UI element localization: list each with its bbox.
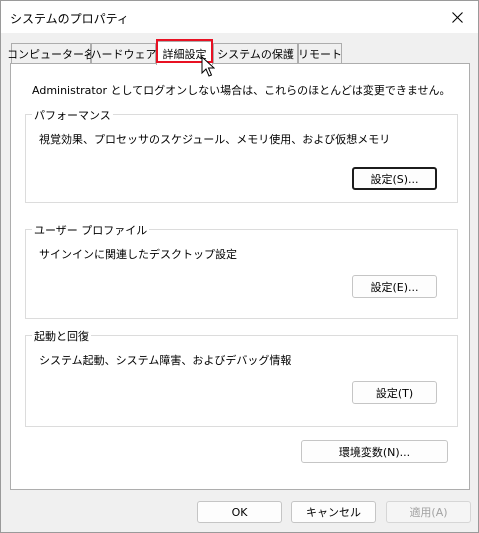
startup-recovery-settings-button[interactable]: 設定(T) [352,381,437,404]
performance-settings-button[interactable]: 設定(S)... [352,167,437,190]
admin-notice: Administrator としてログオンしない場合は、これらのほとんどは変更で… [32,84,451,97]
performance-group: パフォーマンス 視覚効果、プロセッサのスケジュール、メモリ使用、および仮想メモリ… [25,107,458,203]
startup-recovery-title: 起動と回復 [32,328,91,344]
performance-description: 視覚効果、プロセッサのスケジュール、メモリ使用、および仮想メモリ [39,133,391,146]
mouse-pointer-icon [201,56,215,77]
user-profile-group: ユーザー プロファイル サインインに関連したデスクトップ設定 設定(E)... [25,222,458,319]
tab-computer-name[interactable]: コンピューター名 [7,43,95,64]
ok-button[interactable]: OK [197,501,282,523]
tab-hardware[interactable]: ハードウェア [91,43,157,64]
tab-system-protection[interactable]: システムの保護 [213,43,298,64]
startup-recovery-description: システム起動、システム障害、およびデバッグ情報 [39,354,292,367]
advanced-tab-panel: Administrator としてログオンしない場合は、これらのほとんどは変更で… [10,63,470,490]
apply-button[interactable]: 適用(A) [386,501,471,523]
performance-title: パフォーマンス [32,107,113,123]
window-title: システムのプロパティ [10,12,129,26]
user-profile-settings-button[interactable]: 設定(E)... [352,275,437,298]
user-profile-description: サインインに関連したデスクトップ設定 [39,248,237,261]
title-bar: システムのプロパティ [1,1,478,33]
close-icon [451,11,463,23]
close-button[interactable] [436,1,478,33]
system-properties-window: システムのプロパティ コンピューター名 ハードウェア 詳細設定 システムの保護 … [0,0,479,533]
cancel-button[interactable]: キャンセル [291,501,376,523]
startup-recovery-group: 起動と回復 システム起動、システム障害、およびデバッグ情報 設定(T) [25,328,458,427]
environment-variables-button[interactable]: 環境変数(N)... [301,440,448,463]
user-profile-title: ユーザー プロファイル [32,222,150,238]
tab-remote[interactable]: リモート [298,43,342,64]
